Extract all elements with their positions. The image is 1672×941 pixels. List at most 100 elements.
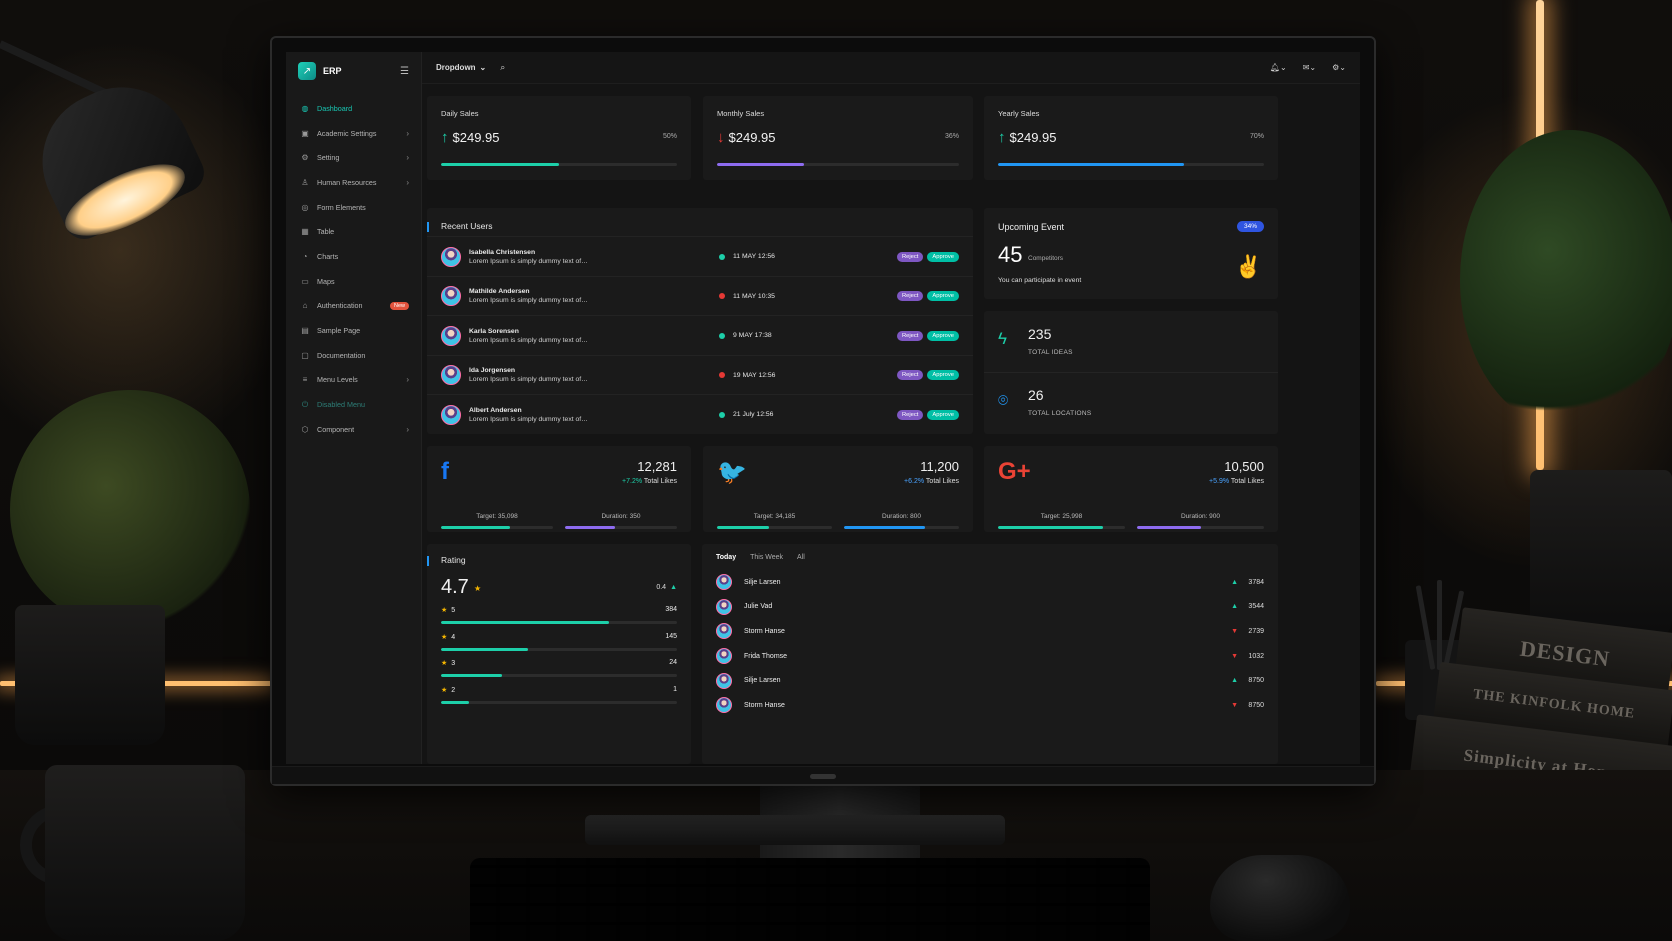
sidebar-item-form-elements[interactable]: ◎ Form Elements	[286, 195, 421, 220]
sidebar: ↗ ERP ☰ ◍ Dashboard ▣ Academic Settings › ⚙ Se…	[286, 52, 422, 764]
leaderboard-name: Silje Larsen	[744, 578, 781, 586]
status-dot	[719, 332, 725, 339]
monitor-chin	[272, 766, 1374, 784]
social-total: 10,500	[1224, 459, 1264, 474]
logo[interactable]: ↗ ERP ☰	[286, 52, 421, 90]
avatar	[716, 697, 732, 714]
sidebar-item-menu-levels[interactable]: ≡ Menu Levels ›	[286, 368, 421, 393]
sidebar-item-label: Dashboard	[317, 103, 353, 113]
form-icon: ◎	[301, 202, 309, 212]
rating-progress-fill	[441, 674, 503, 677]
sidebar-item-label: Charts	[317, 251, 339, 261]
user-icon: ♙	[301, 177, 309, 187]
avatar	[441, 286, 461, 307]
recent-user-row: Karla Sorensen Lorem Ipsum is simply dumm…	[427, 315, 973, 355]
reject-button[interactable]: Reject	[896, 409, 924, 420]
leaderboard-value: 3544	[1248, 603, 1264, 611]
social-delta: +5.9%	[1209, 478, 1230, 485]
avatar	[441, 365, 461, 386]
sidebar-item-label: Academic Settings	[317, 128, 377, 138]
approve-button[interactable]: Approve	[927, 251, 959, 262]
social-card-google-plus: G+ 10,500 +5.9% Total Likes Target: 25,998 D…	[984, 446, 1278, 532]
sidebar-item-charts[interactable]: ◔ Charts	[286, 244, 421, 269]
approve-button[interactable]: Approve	[927, 291, 959, 302]
rating-count: 24	[669, 659, 677, 666]
avatar	[441, 404, 461, 425]
approve-button[interactable]: Approve	[927, 409, 959, 420]
rating-progress-track	[441, 674, 677, 677]
social-delta-label: Total Likes	[643, 478, 677, 485]
sidebar-item-academic-settings[interactable]: ▣ Academic Settings ›	[286, 121, 421, 146]
tab-today[interactable]: Today	[716, 554, 736, 561]
social-duration-fill	[844, 526, 925, 529]
topbar: Dropdown ⌄ ⌕ 🔔︎⌄ ✉⌄ ⚙⌄	[422, 52, 1360, 84]
status-dot	[719, 411, 725, 418]
triangle-down-icon: ▼	[1231, 701, 1238, 709]
sidebar-item-authentication[interactable]: ⌂ Authentication New	[286, 294, 421, 319]
social-target: Target: 34,185	[753, 513, 796, 520]
lamp-arm	[0, 40, 111, 99]
user-text: Mathilde Andersen Lorem Ipsum is simply d…	[469, 288, 699, 304]
tab-this-week[interactable]: This Week	[750, 554, 783, 561]
leaderboard-name: Julie Vad	[744, 603, 773, 611]
star-icon: ★	[441, 633, 448, 641]
topbar-dropdown[interactable]: Dropdown ⌄	[436, 63, 486, 72]
chevron-right-icon: ›	[406, 375, 409, 385]
component-icon: ⬡	[301, 424, 309, 434]
social-delta: +7.2%	[622, 478, 643, 485]
sidebar-item-setting[interactable]: ⚙ Setting ›	[286, 145, 421, 170]
social-delta-label: Total Likes	[1230, 478, 1264, 485]
sales-value: $249.95	[452, 130, 500, 145]
approve-button[interactable]: Approve	[927, 370, 959, 381]
approve-button[interactable]: Approve	[927, 330, 959, 341]
reject-button[interactable]: Reject	[896, 370, 924, 381]
triangle-up-icon: ▲	[1231, 677, 1238, 685]
app-name: ERP	[323, 66, 342, 76]
sidebar-item-dashboard[interactable]: ◍ Dashboard	[286, 96, 421, 121]
leaderboard-value: 3784	[1248, 578, 1264, 586]
recent-user-row: Albert Andersen Lorem Ipsum is simply dum…	[427, 394, 973, 434]
sales-progress-track	[998, 163, 1264, 166]
sidebar-item-human-resources[interactable]: ♙ Human Resources ›	[286, 170, 421, 195]
sidebar-item-table[interactable]: ▦ Table	[286, 219, 421, 244]
social-target-track	[441, 526, 553, 529]
chevron-right-icon: ›	[406, 424, 409, 434]
recent-user-row: Ida Jorgensen Lorem Ipsum is simply dummy…	[427, 354, 973, 395]
recent-user-row: Mathilde Andersen Lorem Ipsum is simply d…	[427, 275, 973, 316]
social-duration-track	[1137, 526, 1264, 529]
reject-button[interactable]: Reject	[896, 330, 924, 341]
rating-progress-fill	[441, 647, 529, 651]
social-target-track	[998, 526, 1125, 529]
gear-icon: ⚙	[301, 153, 309, 163]
user-name: Isabella Christensen	[469, 248, 536, 256]
avatar	[716, 574, 732, 591]
plant-right-leaves	[1460, 130, 1672, 430]
rating-title: Rating	[427, 555, 466, 566]
bell-icon[interactable]: 🔔︎⌄	[1270, 63, 1287, 72]
user-text: Isabella Christensen Lorem Ipsum is simpl…	[469, 249, 699, 265]
sidebar-item-sample-page[interactable]: ▤ Sample Page	[286, 318, 421, 343]
tab-all[interactable]: All	[797, 554, 805, 561]
mail-icon[interactable]: ✉⌄	[1303, 63, 1316, 72]
mouse	[1210, 855, 1350, 941]
user-date: 19 MAY 12:56	[733, 371, 776, 379]
search-icon[interactable]: ⌕	[500, 62, 505, 73]
avatar	[716, 623, 732, 640]
sidebar-item-documentation[interactable]: ▢ Documentation	[286, 343, 421, 368]
star-icon: ★	[441, 686, 448, 694]
user-description: Lorem Ipsum is simply dummy text of…	[469, 297, 588, 305]
reject-button[interactable]: Reject	[896, 291, 924, 302]
leaderboard-row: Storm Hanse ▼ 8750	[716, 693, 1264, 718]
chevron-right-icon: ›	[406, 128, 409, 138]
sidebar-item-disabled-menu[interactable]: ⏻ Disabled Menu	[286, 392, 421, 417]
recent-users-card: Recent Users Isabella Christensen Lorem I…	[427, 208, 973, 434]
rating-delta: 0.4 ▲	[656, 584, 677, 591]
sidebar-item-component[interactable]: ⬡ Component ›	[286, 417, 421, 442]
reject-button[interactable]: Reject	[896, 251, 924, 262]
social-subtitle: +7.2% Total Likes	[622, 478, 677, 485]
settings-icon[interactable]: ⚙⌄	[1332, 63, 1346, 72]
hamburger-menu-icon[interactable]: ☰	[400, 66, 409, 77]
sidebar-item-maps[interactable]: ▭ Maps	[286, 269, 421, 294]
plant-left-pot	[15, 605, 165, 745]
facebook-icon: f	[441, 458, 449, 485]
